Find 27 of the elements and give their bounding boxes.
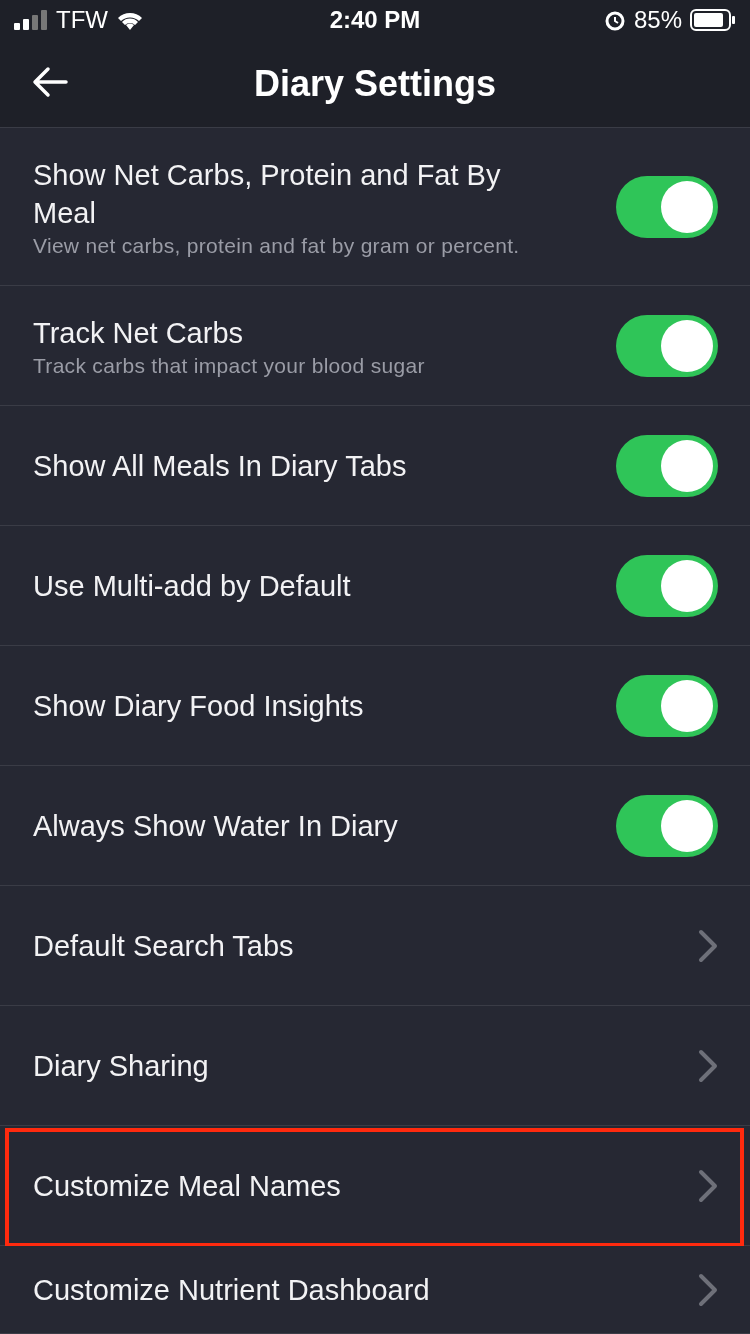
battery-percent: 85%: [633, 6, 682, 34]
setting-label: Show All Meals In Diary Tabs: [33, 448, 408, 484]
setting-label: Show Diary Food Insights: [33, 688, 365, 724]
setting-label: Diary Sharing: [33, 1048, 210, 1084]
battery-icon: [690, 9, 736, 31]
signal-icon: [14, 10, 48, 30]
carrier-name: TFW: [56, 6, 108, 34]
chevron-right-icon: [698, 1048, 718, 1083]
chevron-right-icon: [698, 1272, 718, 1307]
setting-label: Track Net Carbs: [33, 315, 245, 351]
back-arrow-icon: [32, 66, 68, 98]
wifi-icon: [116, 10, 144, 30]
settings-row[interactable]: Customize Nutrient Dashboard: [0, 1246, 750, 1334]
setting-label: Customize Nutrient Dashboard: [33, 1272, 431, 1308]
screen-title: Diary Settings: [253, 62, 497, 105]
chevron-right-icon: [698, 1168, 718, 1203]
setting-description: View net carbs, protein and fat by gram or percent.: [33, 233, 521, 258]
alarm-icon: [603, 9, 626, 31]
clock-time: 2:40 PM: [329, 6, 421, 34]
setting-label: Customize Meal Names: [33, 1168, 342, 1204]
setting-label: Default Search Tabs: [33, 928, 295, 964]
setting-label: Show Net Carbs, Protein and Fat By Meal: [33, 157, 502, 231]
chevron-right-icon: [698, 928, 718, 963]
setting-label: Always Show Water In Diary: [33, 808, 399, 844]
settings-row[interactable]: Customize Meal Names: [0, 1126, 750, 1246]
setting-label: Use Multi-add by Default: [33, 568, 352, 604]
setting-description: Track carbs that impact your blood sugar: [33, 353, 426, 378]
